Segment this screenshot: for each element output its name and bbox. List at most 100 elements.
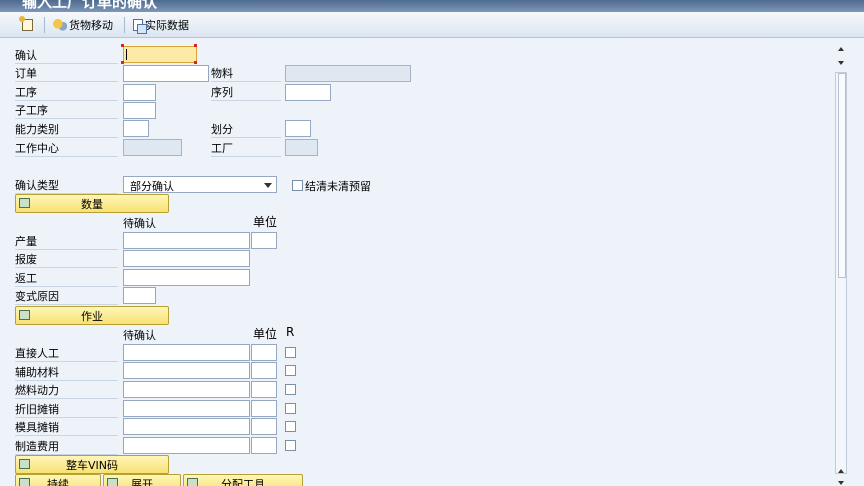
- material-label: 物料: [211, 65, 281, 82]
- activity-unit-input[interactable]: [251, 400, 277, 417]
- activity-row-label: 燃料动力: [15, 382, 118, 399]
- quantity-section-title: 数量: [81, 197, 103, 211]
- capacity-category-input[interactable]: [123, 120, 149, 137]
- scrap-input[interactable]: [123, 250, 250, 267]
- actual-data-icon: [133, 19, 147, 34]
- confirmation-type-value: 部分确认: [130, 180, 174, 193]
- activity-col-to-confirm: 待确认: [123, 329, 156, 342]
- chevron-down-icon: [264, 183, 272, 188]
- section-toggle-icon: [19, 198, 30, 208]
- quantity-section-button[interactable]: 数量: [15, 194, 169, 213]
- required-marker: [194, 61, 197, 64]
- yield-unit-input[interactable]: [251, 232, 277, 249]
- activity-final-checkbox[interactable]: [285, 347, 296, 358]
- activity-col-unit: 单位: [253, 327, 278, 341]
- vin-section-title: 整车VIN码: [66, 458, 118, 472]
- activity-final-checkbox[interactable]: [285, 365, 296, 376]
- confirmation-type-label: 确认类型: [15, 177, 118, 194]
- variance-reason-label: 变式原因: [15, 288, 118, 305]
- goods-movement-icon: [53, 19, 67, 31]
- quantity-col-unit: 单位: [253, 215, 278, 229]
- assign-tools-icon: [187, 478, 198, 486]
- sequence-input[interactable]: [285, 84, 331, 101]
- continue-icon: [19, 478, 30, 486]
- scroll-up-icon[interactable]: [838, 469, 844, 473]
- plant-input[interactable]: [285, 139, 318, 156]
- sub-operation-input[interactable]: [123, 102, 156, 119]
- activity-unit-input[interactable]: [251, 381, 277, 398]
- confirmation-type-dropdown[interactable]: 部分确认: [123, 176, 277, 193]
- expand-label: 展开: [131, 477, 153, 486]
- required-marker: [121, 44, 124, 47]
- activity-qty-input[interactable]: [123, 418, 250, 435]
- expand-icon: [107, 478, 118, 486]
- activity-section-title: 作业: [81, 309, 103, 323]
- order-label: 订单: [15, 65, 118, 82]
- main-form: 确认 订单 物料 工序 序列 子工序 能力类别 划分 工作中心 工厂 确认类型 …: [0, 39, 832, 486]
- toolbar-separator: [44, 17, 45, 33]
- activity-qty-input[interactable]: [123, 400, 250, 417]
- scroll-down-icon[interactable]: [838, 61, 844, 65]
- confirmation-input[interactable]: [123, 46, 197, 63]
- required-marker: [121, 61, 124, 64]
- rework-label: 返工: [15, 270, 118, 287]
- split-input[interactable]: [285, 120, 311, 137]
- vertical-scrollbar[interactable]: [832, 39, 864, 486]
- scrollbar-thumb[interactable]: [838, 73, 846, 278]
- variance-reason-input[interactable]: [123, 287, 156, 304]
- continue-label: 持续: [47, 477, 69, 486]
- activity-unit-input[interactable]: [251, 362, 277, 379]
- activity-final-checkbox[interactable]: [285, 421, 296, 432]
- scroll-up-icon[interactable]: [838, 47, 844, 51]
- material-input[interactable]: [285, 65, 411, 82]
- activity-unit-input[interactable]: [251, 418, 277, 435]
- activity-row-label: 模具摊销: [15, 419, 118, 436]
- plant-label: 工厂: [211, 140, 281, 157]
- activity-qty-input[interactable]: [123, 362, 250, 379]
- expand-button[interactable]: 展开: [103, 474, 181, 486]
- capacity-category-label: 能力类别: [15, 121, 118, 138]
- goods-movement-label: 货物移动: [69, 19, 113, 32]
- toolbar-separator: [124, 17, 125, 33]
- scroll-down-icon[interactable]: [838, 481, 844, 485]
- scrollbar-track[interactable]: [835, 72, 847, 474]
- split-label: 划分: [211, 121, 281, 138]
- rework-input[interactable]: [123, 269, 250, 286]
- yield-label: 产量: [15, 233, 118, 250]
- section-toggle-icon: [19, 310, 30, 320]
- clear-reservations-checkbox[interactable]: [292, 180, 303, 191]
- activity-unit-input[interactable]: [251, 344, 277, 361]
- new-button[interactable]: [19, 16, 33, 34]
- activity-row-label: 折旧摊销: [15, 401, 118, 418]
- actual-data-button[interactable]: 实际数据: [133, 16, 189, 34]
- activity-qty-input[interactable]: [123, 344, 250, 361]
- activity-final-checkbox[interactable]: [285, 403, 296, 414]
- assign-tools-button[interactable]: 分配工具: [183, 474, 303, 486]
- continue-button[interactable]: 持续: [15, 474, 101, 486]
- activity-row-label: 直接人工: [15, 345, 118, 362]
- window-title: 输入工厂订单的确认: [22, 0, 158, 11]
- activity-qty-input[interactable]: [123, 381, 250, 398]
- work-center-input[interactable]: [123, 139, 182, 156]
- quantity-col-to-confirm: 待确认: [123, 217, 156, 230]
- title-bar: 输入工厂订单的确认: [0, 0, 864, 12]
- vin-section-button[interactable]: 整车VIN码: [15, 455, 169, 474]
- activity-unit-input[interactable]: [251, 437, 277, 454]
- assign-tools-label: 分配工具: [221, 477, 265, 486]
- operation-label: 工序: [15, 84, 118, 101]
- clear-reservations-label: 结清未清预留: [305, 180, 371, 193]
- activity-section-button[interactable]: 作业: [15, 306, 169, 325]
- activity-final-checkbox[interactable]: [285, 440, 296, 451]
- sequence-label: 序列: [211, 84, 281, 101]
- goods-movement-button[interactable]: 货物移动: [53, 16, 113, 34]
- order-input[interactable]: [123, 65, 209, 82]
- scrap-label: 报废: [15, 251, 118, 268]
- activity-final-checkbox[interactable]: [285, 384, 296, 395]
- application-toolbar: 货物移动 实际数据: [0, 12, 864, 38]
- actual-data-label: 实际数据: [145, 19, 189, 32]
- activity-qty-input[interactable]: [123, 437, 250, 454]
- confirmation-label: 确认: [15, 47, 118, 64]
- activity-row-label: 制造费用: [15, 438, 118, 455]
- operation-input[interactable]: [123, 84, 156, 101]
- yield-input[interactable]: [123, 232, 250, 249]
